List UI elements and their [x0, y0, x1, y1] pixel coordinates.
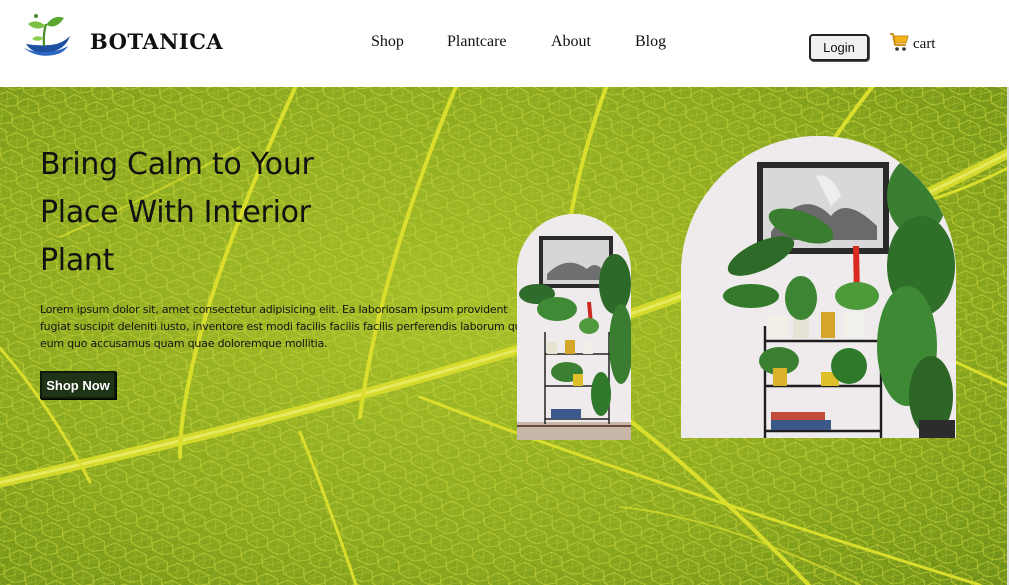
nav-item-shop[interactable]: Shop — [371, 33, 404, 51]
nav-item-blog[interactable]: Blog — [635, 33, 666, 51]
plant-shelf-image-small — [517, 214, 631, 440]
shopping-cart-icon — [890, 33, 909, 51]
hero-description: Lorem ipsum dolor sit, amet consectetur … — [40, 303, 531, 350]
plant-shelf-image-large — [681, 136, 956, 438]
shop-now-button[interactable]: Shop Now — [40, 371, 116, 399]
hero-title: Bring Calm to Your Place With Interior P… — [40, 147, 314, 278]
site-header: BOTANICA Shop Plantcare About Blog Login… — [0, 0, 1009, 87]
cart-link[interactable]: cart — [889, 30, 935, 52]
nav-item-plantcare[interactable]: Plantcare — [447, 33, 507, 51]
nav-item-about[interactable]: About — [551, 33, 591, 51]
cart-label: cart — [913, 36, 936, 52]
hero-section: Bring Calm to Your Place With Interior P… — [0, 87, 1007, 585]
login-button[interactable]: Login — [809, 34, 869, 61]
